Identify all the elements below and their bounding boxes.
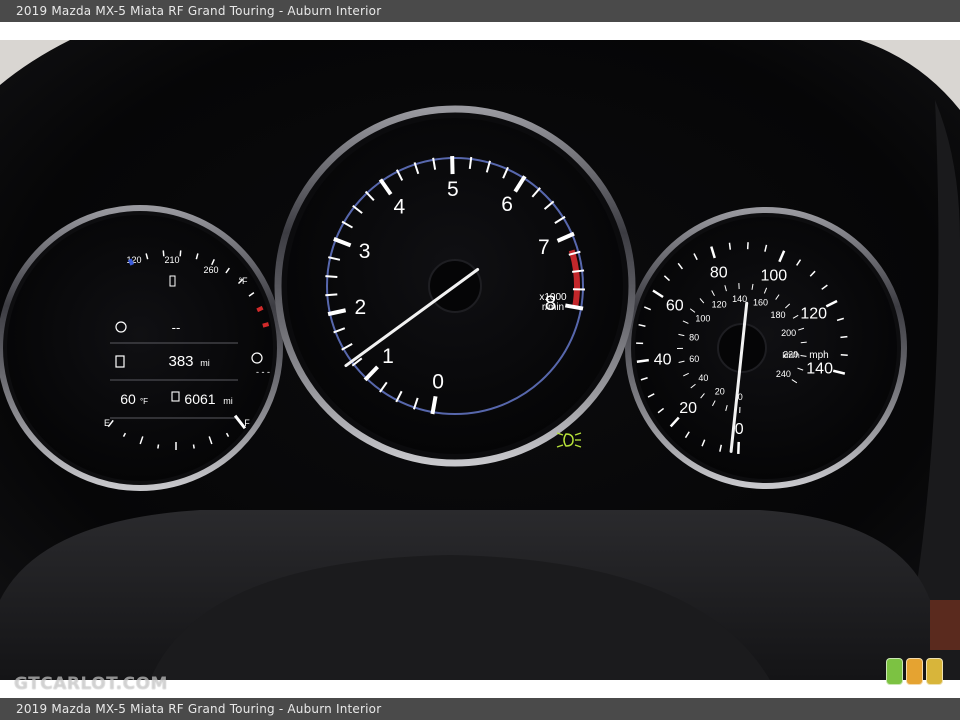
temp-label-high: 260 — [203, 265, 218, 275]
outside-temp-unit: °F — [140, 397, 148, 406]
mph-label: 100 — [760, 268, 787, 285]
tach-label: 4 — [394, 196, 406, 219]
status-readout: -- — [172, 320, 181, 335]
photo-caption-top: 2019 Mazda MX-5 Miata RF Grand Touring -… — [0, 0, 960, 22]
trip-readout: - - - — [256, 367, 270, 377]
tach-label: 5 — [447, 178, 459, 201]
mph-major-tick — [636, 358, 649, 363]
fuel-gauge-tick — [157, 444, 160, 449]
badge-yellow — [926, 658, 943, 685]
temp-gauge-tick — [179, 250, 182, 257]
odometer-unit: mi — [223, 396, 233, 406]
tach-minor-tick — [325, 293, 338, 297]
badge-orange — [906, 658, 923, 685]
kmh-label: 120 — [712, 300, 727, 310]
speed-unit-kmh: km/h — [782, 351, 799, 360]
mph-label: 60 — [666, 298, 684, 315]
speed-unit-mph: mph — [809, 350, 828, 361]
kmh-label: 180 — [770, 310, 785, 320]
tach-minor-tick — [325, 275, 338, 278]
temp-label-mid: 210 — [164, 255, 179, 265]
mph-label: 0 — [735, 421, 744, 438]
outside-temp-value: 60 — [120, 391, 136, 407]
kmh-label: 40 — [698, 373, 708, 383]
tach-label: 1 — [382, 345, 394, 368]
temp-gauge-tick — [127, 258, 135, 266]
badge-green — [886, 658, 903, 685]
mph-label: 120 — [800, 306, 827, 323]
dashboard-photo: 012345678 x1000 r/min 0 20 40 60 80 100 120 140… — [0, 40, 960, 680]
tach-minor-tick — [572, 269, 585, 273]
mph-label: 20 — [679, 400, 697, 417]
kmh-label: 240 — [776, 369, 791, 379]
mph-label: 80 — [710, 264, 728, 281]
mph-minor-tick — [728, 242, 732, 250]
kmh-label: 200 — [781, 328, 796, 338]
kmh-label: 140 — [732, 294, 747, 304]
watermark-logo: GTCARLOT.COM — [14, 674, 168, 694]
mph-label: 40 — [654, 351, 672, 368]
kmh-label: 160 — [753, 298, 768, 308]
mph-minor-tick — [840, 335, 848, 339]
tach-label: 0 — [432, 371, 444, 394]
range-unit: mi — [200, 358, 210, 368]
kmh-tick — [800, 341, 807, 344]
mph-label: 140 — [806, 360, 833, 377]
tach-label: 6 — [501, 193, 513, 216]
tach-label: 2 — [354, 296, 366, 319]
kmh-label: 80 — [689, 333, 699, 343]
range-value: 383 — [168, 353, 193, 370]
temp-gauge-tick — [262, 322, 270, 328]
photo-caption-bottom: 2019 Mazda MX-5 Miata RF Grand Touring -… — [0, 698, 960, 720]
odometer-value: 6061 — [184, 391, 215, 407]
tach-label: 3 — [359, 240, 371, 263]
kmh-label: 60 — [689, 354, 699, 364]
temp-unit: °F — [238, 276, 248, 286]
temp-gauge-tick — [162, 250, 165, 257]
fuel-gauge-tick — [192, 444, 195, 449]
temp-gauge-tick — [256, 305, 264, 313]
kmh-label: 100 — [695, 313, 710, 323]
tach-unit-rpm: r/min — [542, 302, 564, 313]
tach-label: 7 — [538, 236, 550, 259]
kmh-label: 20 — [715, 387, 725, 397]
